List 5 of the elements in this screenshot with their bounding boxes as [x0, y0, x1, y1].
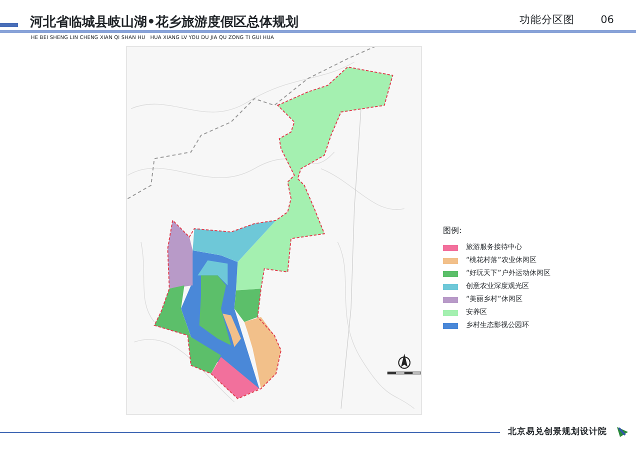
section-title: 功能分区图 [520, 13, 575, 28]
legend-title: 图例: [443, 225, 463, 237]
document-title: 河北省临城县岐山湖•花乡旅游度假区总体规划 [30, 16, 298, 29]
page-number: 06 [600, 13, 614, 28]
institute-name: 北京易兑创景规划设计院 [508, 426, 607, 439]
